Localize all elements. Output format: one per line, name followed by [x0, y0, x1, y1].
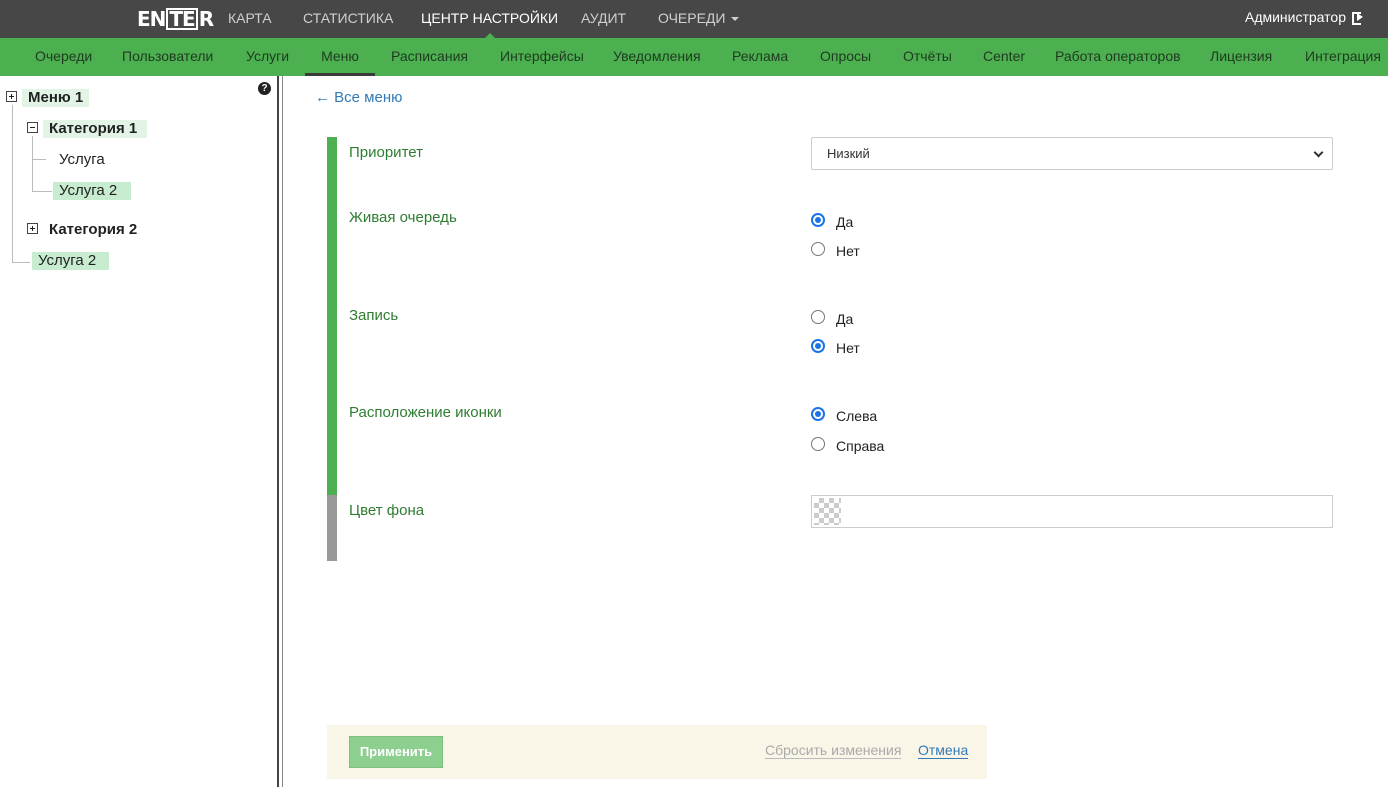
tree-node-category[interactable]: Категория 2 [43, 221, 143, 239]
priority-label: Приоритет [349, 144, 423, 161]
live-queue-yes-label[interactable]: Да [836, 214, 853, 230]
tab-services[interactable]: Услуги [246, 38, 289, 76]
booking-yes-radio[interactable] [811, 310, 825, 324]
live-queue-no-label[interactable]: Нет [836, 243, 860, 259]
tab-surveys[interactable]: Опросы [820, 38, 871, 76]
section-indicator-active [327, 137, 337, 495]
icon-position-left-radio[interactable] [811, 407, 825, 421]
tree-connector [32, 136, 33, 192]
tree-connector [32, 159, 46, 160]
section-indicator-inactive [327, 495, 337, 561]
back-to-menus-link[interactable]: ← Все меню [315, 89, 402, 106]
tab-schedules[interactable]: Расписания [391, 38, 468, 76]
booking-label: Запись [349, 307, 399, 324]
priority-value: Низкий [827, 146, 870, 161]
booking-yes-label[interactable]: Да [836, 311, 853, 327]
expand-icon[interactable] [6, 91, 17, 102]
tree-node-category[interactable]: Категория 1 [43, 120, 147, 138]
tree-node-menu[interactable]: Меню 1 [22, 89, 90, 107]
settings-subnav: Очереди Пользователи Услуги Меню Расписа… [0, 38, 1388, 76]
top-bar: EN TE R КАРТА СТАТИСТИКА ЦЕНТР НАСТРОЙКИ А… [0, 0, 1388, 38]
tab-operators-work[interactable]: Работа операторов [1055, 38, 1181, 76]
tree-connector [12, 105, 13, 262]
tab-integration[interactable]: Интеграция [1305, 38, 1381, 76]
priority-select[interactable]: Низкий [811, 137, 1333, 170]
tree-node-service-selected[interactable]: Услуга 2 [32, 252, 109, 270]
nav-queues[interactable]: ОЧЕРЕДИ [658, 0, 740, 38]
booking-no-label[interactable]: Нет [836, 340, 860, 356]
icon-position-label: Расположение иконки [349, 404, 502, 421]
bg-color-label: Цвет фона [349, 502, 425, 519]
tree-connector [12, 262, 30, 263]
tab-notifications[interactable]: Уведомления [613, 38, 701, 76]
apply-button[interactable]: Применить [349, 736, 443, 768]
form-actions-bar: Применить Сбросить изменения Отмена [327, 725, 987, 779]
booking-no-radio[interactable] [811, 339, 825, 353]
logo-text-end: R [198, 7, 214, 31]
live-queue-yes-radio[interactable] [811, 213, 825, 227]
tab-interfaces[interactable]: Интерфейсы [500, 38, 584, 76]
expand-icon[interactable] [27, 223, 38, 234]
menu-tree-panel [0, 76, 278, 787]
logout-icon[interactable] [1352, 11, 1364, 25]
bg-color-input[interactable] [811, 495, 1333, 528]
icon-position-right-radio[interactable] [811, 437, 825, 451]
live-queue-no-radio[interactable] [811, 242, 825, 256]
tab-center[interactable]: Center [983, 38, 1025, 76]
enter-logo[interactable]: EN TE R [137, 7, 214, 31]
tree-connector [32, 191, 52, 192]
tab-users[interactable]: Пользователи [122, 38, 213, 76]
panel-divider [282, 76, 283, 787]
tree-node-service[interactable]: Услуга [53, 151, 111, 169]
live-queue-label: Живая очередь [349, 209, 457, 226]
question-circle-icon[interactable]: ? [258, 82, 271, 95]
cancel-link[interactable]: Отмена [918, 742, 969, 759]
icon-position-left-label[interactable]: Слева [836, 408, 877, 424]
tree-node-service-selected[interactable]: Услуга 2 [53, 182, 131, 200]
panel-splitter[interactable] [277, 76, 279, 787]
user-name: Администратор [1244, 9, 1346, 25]
tab-ads[interactable]: Реклама [732, 38, 788, 76]
tab-license[interactable]: Лицензия [1210, 38, 1272, 76]
chevron-down-icon [1313, 147, 1324, 158]
nav-audit[interactable]: АУДИТ [581, 0, 626, 38]
nav-statistics[interactable]: СТАТИСТИКА [303, 0, 393, 38]
logo-text-boxed: TE [166, 8, 198, 30]
nav-queues-label: ОЧЕРЕДИ [658, 10, 726, 26]
tab-queues[interactable]: Очереди [35, 38, 92, 76]
color-swatch[interactable] [814, 498, 841, 525]
user-menu[interactable]: Администратор [1245, 0, 1364, 34]
tab-menu[interactable]: Меню [305, 38, 375, 76]
collapse-icon[interactable] [27, 122, 38, 133]
chevron-down-icon [731, 17, 740, 22]
nav-settings-center[interactable]: ЦЕНТР НАСТРОЙКИ [421, 0, 558, 38]
reset-changes-link[interactable]: Сбросить изменения [765, 742, 902, 759]
nav-map[interactable]: КАРТА [228, 0, 272, 38]
logo-text-start: EN [137, 7, 166, 31]
icon-position-right-label[interactable]: Справа [836, 438, 884, 454]
tab-reports[interactable]: Отчёты [903, 38, 952, 76]
